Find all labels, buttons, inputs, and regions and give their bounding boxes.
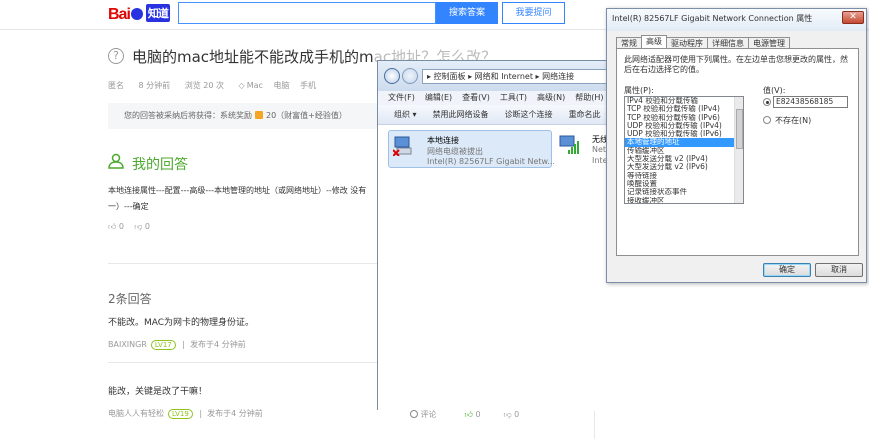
property-item[interactable]: 接收缓冲区	[625, 197, 743, 203]
property-item[interactable]: 传输缓冲区	[625, 147, 743, 155]
thumb-up-icon[interactable]: 👍︎	[108, 222, 116, 231]
property-item[interactable]: 唤醒设置	[625, 180, 743, 188]
diagnose-button[interactable]: 诊断这个连接	[505, 110, 553, 119]
meta-author: 匿名	[108, 81, 124, 90]
menu-bar: 文件(F) 编辑(E) 查看(V) 工具(T) 高级(N) 帮助(H)	[378, 91, 632, 105]
ask-question-button[interactable]: 我要提问	[502, 2, 565, 24]
property-label: 属性(P):	[624, 86, 654, 95]
property-item[interactable]: TCP 校验和分载传输 (IPv4)	[625, 105, 743, 113]
my-answer-heading: 我的回答	[132, 157, 188, 173]
cancel-button[interactable]: 取消	[815, 263, 863, 277]
value-label: 值(V):	[763, 86, 786, 95]
tag-icon: ◇	[238, 81, 245, 90]
connections-pane: 本地连接 网络电缆被拔出 Intel(R) 82567LF Gigabit Ne…	[378, 125, 632, 411]
reward-box: 您的回答被采纳后将获得：系统奖励 20（财富值+经验值）	[108, 103, 398, 129]
breadcrumb[interactable]: ▸ 控制面板 ▸ 网络和 Internet ▸ 网络连接	[422, 69, 630, 84]
thumb-down-icon[interactable]: 👎︎	[503, 410, 511, 419]
property-item[interactable]: 大型发送分载 v2 (IPv4)	[625, 155, 743, 163]
answer-1-author: BAIXINGR LV17 | 发布于4 分钟前	[108, 340, 246, 350]
property-list[interactable]: IPv4 校验和分载传输 TCP 校验和分载传输 (IPv4) TCP 校验和分载传…	[624, 96, 744, 204]
meta-time: 8 分钟前	[138, 81, 171, 90]
network-adapter-icon	[393, 136, 412, 156]
not-present-label: 不存在(N)	[775, 116, 812, 125]
question-meta: 匿名 8 分钟前 浏览 20 次 ◇ Mac 电脑 手机	[108, 80, 328, 91]
coin-icon	[255, 111, 263, 119]
answer-2-author: 电脑人人有轻松 LV19 | 发布于4 分钟前	[108, 409, 263, 419]
paw-icon	[130, 8, 143, 20]
tag-phone[interactable]: 手机	[300, 81, 316, 90]
answer-1-text: 不能改。MAC为网卡的物理身份证。	[108, 318, 255, 328]
answer-actions: 评论 👍︎ 0 👎︎ 0	[410, 409, 519, 420]
menu-file[interactable]: 文件(F)	[388, 93, 415, 102]
value-radio[interactable]	[763, 98, 771, 106]
property-item[interactable]: 记录链接状态事件	[625, 188, 743, 196]
my-answer-votes: 👍︎ 0 👎︎ 0	[108, 222, 150, 231]
property-item[interactable]: 等待链接	[625, 172, 743, 180]
advanced-tab-body: 此网络适配器可使用下列属性。在左边单击您想更改的属性，然后在右边选择它的值。 属…	[616, 48, 859, 256]
thumb-up-icon[interactable]: 👍︎	[465, 410, 473, 419]
divider	[108, 263, 378, 264]
network-connections-window: ▸ 控制面板 ▸ 网络和 Internet ▸ 网络连接 文件(F) 编辑(E) 查…	[377, 60, 632, 411]
disable-device-button[interactable]: 禁用此网络设备	[433, 110, 489, 119]
search-input[interactable]	[178, 2, 436, 24]
command-bar: 组织 ▾ 禁用此网络设备 诊断这个连接 重命名此	[378, 105, 632, 125]
comment-button[interactable]: 评论	[421, 410, 437, 419]
dialog-title: Intel(R) 82567LF Gigabit Network Connect…	[607, 9, 866, 31]
menu-edit[interactable]: 编辑(E)	[425, 93, 452, 102]
tag-computer[interactable]: 电脑	[273, 81, 289, 90]
adapter-properties-dialog: Intel(R) 82567LF Gigabit Network Connect…	[606, 8, 867, 283]
thumb-down-icon[interactable]: 👎︎	[134, 222, 142, 231]
my-answer-text: 本地连接属性---配置---高级---本地管理的地址（或网络地址）--修改 没有…	[108, 186, 367, 211]
menu-help[interactable]: 帮助(H)	[575, 93, 603, 102]
back-button[interactable]	[384, 68, 400, 84]
divider	[108, 362, 378, 363]
scrollbar-thumb[interactable]	[736, 109, 743, 149]
property-item[interactable]: 大型发送分载 v2 (IPv6)	[625, 163, 743, 171]
close-icon[interactable]: ✕	[842, 11, 864, 24]
property-item[interactable]: 本地管理的地址	[625, 138, 743, 147]
rename-button[interactable]: 重命名此	[569, 110, 601, 119]
dialog-tabs: 常规 高级 驱动程序 详细信息 电源管理	[616, 35, 790, 50]
wireless-adapter-icon	[559, 135, 579, 154]
connection-local[interactable]: 本地连接 网络电缆被拔出 Intel(R) 82567LF Gigabit Ne…	[388, 130, 555, 168]
organize-button[interactable]: 组织 ▾	[394, 110, 417, 119]
meta-views: 浏览 20 次	[184, 81, 224, 90]
scrollbar[interactable]	[734, 97, 743, 203]
forward-button[interactable]	[402, 68, 418, 84]
menu-tools[interactable]: 工具(T)	[500, 93, 527, 102]
property-item[interactable]: UDP 校验和分载传输 (IPv6)	[625, 130, 743, 138]
search-answer-button[interactable]: 搜索答案	[436, 2, 498, 24]
logo-text: Bai	[108, 6, 131, 23]
tag-mac[interactable]: Mac	[247, 81, 263, 90]
answer-2-text: 能改，关键是改了干嘛！	[108, 387, 208, 397]
question-icon: ?	[108, 48, 124, 64]
address-bar: ▸ 控制面板 ▸ 网络和 Internet ▸ 网络连接	[378, 61, 632, 91]
comment-icon	[410, 410, 418, 418]
baidu-zhidao-logo[interactable]: Bai 知道	[108, 4, 170, 24]
property-item[interactable]: UDP 校验和分载传输 (IPv4)	[625, 122, 743, 130]
menu-advanced[interactable]: 高级(N)	[537, 93, 565, 102]
menu-view[interactable]: 查看(V)	[462, 93, 490, 102]
not-present-radio[interactable]	[763, 116, 771, 124]
answer-count: 2条回答	[108, 292, 152, 306]
logo-zhidao: 知道	[145, 4, 170, 22]
property-item[interactable]: IPv4 校验和分载传输	[625, 97, 743, 105]
value-input[interactable]: E82438568185	[773, 96, 848, 108]
ok-button[interactable]: 确定	[763, 263, 811, 277]
property-item[interactable]: TCP 校验和分载传输 (IPv6)	[625, 114, 743, 122]
user-icon	[108, 153, 124, 169]
advanced-description: 此网络适配器可使用下列属性。在左边单击您想更改的属性，然后在右边选择它的值。	[624, 55, 848, 74]
